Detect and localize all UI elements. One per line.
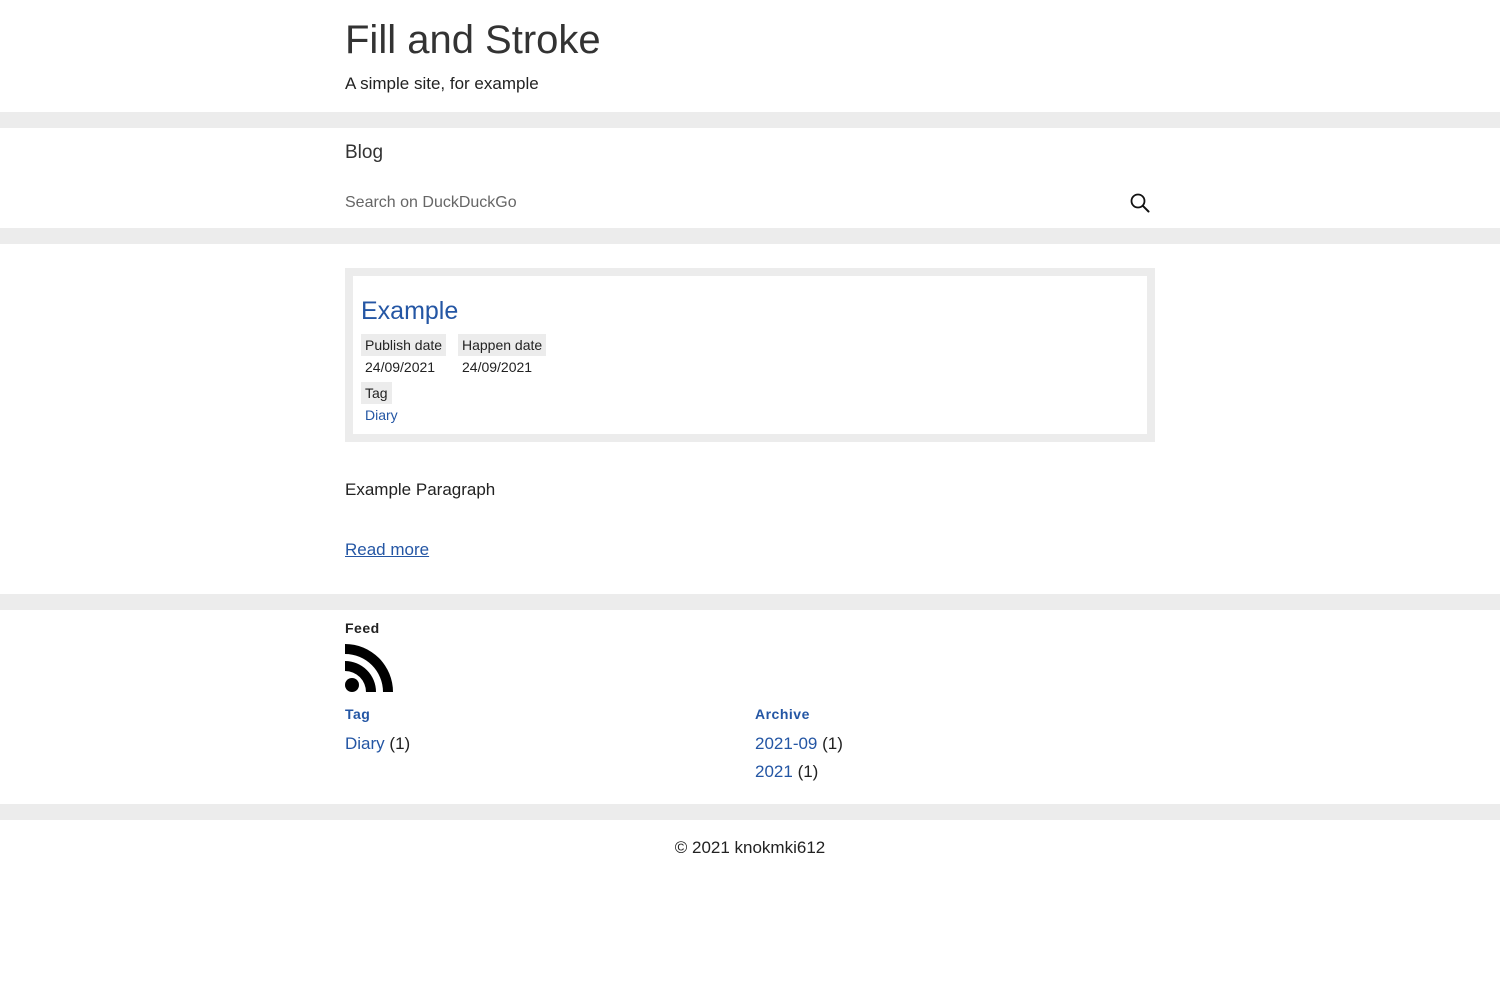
divider bbox=[0, 112, 1500, 128]
archive-count: (1) bbox=[822, 734, 843, 753]
archive-list-item: 2021 (1) bbox=[755, 762, 818, 782]
tag-count: (1) bbox=[389, 734, 411, 753]
site-header: Fill and Stroke A simple site, for examp… bbox=[0, 0, 1500, 112]
publish-date-value: 24/09/2021 bbox=[365, 359, 436, 375]
nav-link-blog[interactable]: Blog bbox=[345, 142, 383, 164]
tag-list-item: Diary (1) bbox=[345, 734, 410, 754]
navigation-bar: Blog bbox=[0, 128, 1500, 228]
post-tag-link[interactable]: Diary bbox=[365, 406, 398, 424]
archive-list-item: 2021-09 (1) bbox=[755, 734, 843, 754]
post-title[interactable]: Example bbox=[361, 296, 458, 326]
divider bbox=[0, 228, 1500, 244]
copyright-text: © 2021 knokmki612 bbox=[674, 838, 826, 857]
happen-date-label: Happen date bbox=[458, 334, 547, 356]
feed-heading: Feed bbox=[345, 620, 380, 636]
archive-count: (1) bbox=[797, 762, 819, 781]
rss-icon bbox=[345, 644, 393, 692]
divider bbox=[0, 594, 1500, 610]
post-header-card: Example Publish date 24/09/2021 Happen d… bbox=[345, 268, 1155, 442]
read-more-link[interactable]: Read more bbox=[345, 540, 429, 560]
happen-date-value: 24/09/2021 bbox=[462, 359, 533, 375]
post-paragraph: Example Paragraph bbox=[345, 480, 496, 499]
archive-link-2021[interactable]: 2021 bbox=[755, 762, 793, 781]
widgets-area: Feed Tag Diary (1) Archive 2021-09 (1) 2… bbox=[0, 610, 1500, 804]
archive-link-2021-09[interactable]: 2021-09 bbox=[755, 734, 817, 753]
archive-heading[interactable]: Archive bbox=[755, 706, 810, 722]
tag-label: Tag bbox=[361, 382, 392, 404]
main-content: Example Publish date 24/09/2021 Happen d… bbox=[0, 244, 1500, 594]
search-icon bbox=[1130, 193, 1150, 213]
tag-link-diary[interactable]: Diary bbox=[345, 734, 385, 753]
site-title[interactable]: Fill and Stroke bbox=[345, 16, 601, 64]
site-subtitle: A simple site, for example bbox=[345, 74, 539, 93]
tag-heading[interactable]: Tag bbox=[345, 706, 370, 722]
search-button[interactable] bbox=[1128, 191, 1152, 215]
search-input[interactable] bbox=[345, 191, 1105, 215]
divider bbox=[0, 804, 1500, 820]
publish-date-label: Publish date bbox=[361, 334, 447, 356]
site-footer: © 2021 knokmki612 bbox=[0, 820, 1500, 1000]
